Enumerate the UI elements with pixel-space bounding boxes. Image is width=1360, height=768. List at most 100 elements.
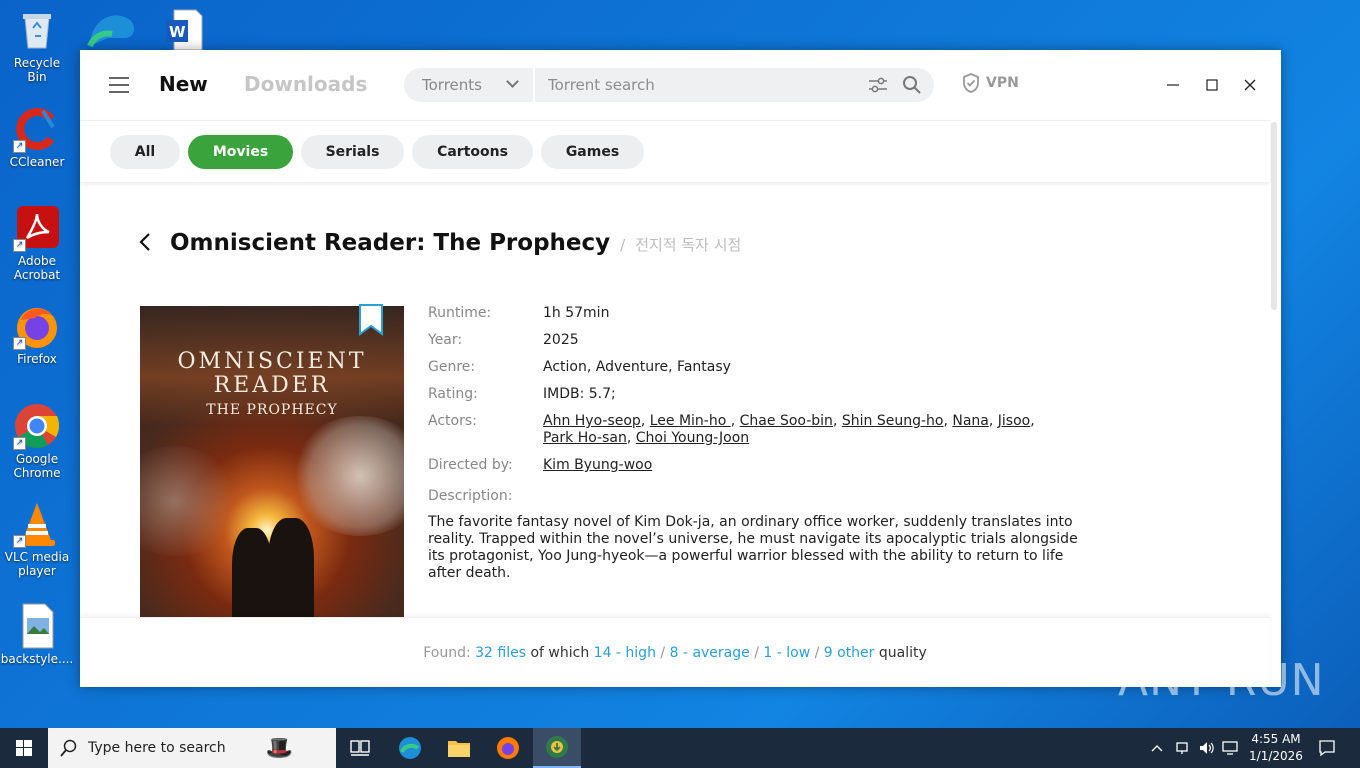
- actor-link[interactable]: Shin Seung-ho: [842, 413, 944, 429]
- description-label: Description:: [428, 488, 513, 504]
- close-button[interactable]: [1237, 72, 1263, 98]
- director-link[interactable]: Kim Byung-woo: [543, 457, 652, 473]
- top-bar: New Downloads Torrents Torrent search VP…: [80, 50, 1281, 120]
- desktop-icon-google-chrome[interactable]: ↗ Google Chrome: [4, 402, 70, 480]
- tab-new[interactable]: New: [159, 72, 208, 96]
- director-label: Directed by:: [428, 457, 513, 473]
- movie-poster: OMNISCIENT READER THE PROPHECY: [140, 306, 404, 618]
- director-row: Directed by: Kim Byung-woo: [428, 457, 1108, 474]
- separator: /: [814, 645, 820, 661]
- actor-link[interactable]: Nana: [952, 413, 989, 429]
- category-serials[interactable]: Serials: [301, 135, 404, 169]
- word-desktop-icon[interactable]: W: [166, 8, 204, 51]
- bookmark-icon[interactable]: [359, 304, 383, 336]
- firefox-icon: ↗: [13, 302, 61, 350]
- poster-title: OMNISCIENT READER THE PROPHECY: [177, 349, 367, 419]
- actor-link[interactable]: Park Ho-san: [543, 430, 627, 446]
- shortcut-arrow-icon: ↗: [13, 437, 26, 450]
- desktop-icon-ccleaner[interactable]: ↗ CCleaner: [4, 105, 70, 169]
- found-summary: Found: 32 files of which 14 - high / 8 -…: [80, 617, 1270, 687]
- actors-list: Ahn Hyo-seop, Lee Min-ho , Chae Soo-bin,…: [543, 413, 1035, 446]
- volume-icon[interactable]: [1198, 728, 1216, 768]
- network-icon[interactable]: [1175, 728, 1191, 768]
- desktop-icon-label: backstyle....: [0, 652, 74, 666]
- chevron-up-icon[interactable]: [1150, 728, 1164, 768]
- taskbar-clock[interactable]: 4:55 AM 1/1/2026: [1240, 731, 1312, 765]
- desktop-icon-vlc[interactable]: ↗ VLC media player: [4, 500, 70, 578]
- taskbar-search[interactable]: Type here to search 🎩: [48, 728, 336, 768]
- tab-downloads[interactable]: Downloads: [244, 72, 367, 96]
- actor-link[interactable]: Choi Young-Joon: [636, 430, 749, 446]
- actor-link[interactable]: Jisoo: [998, 413, 1030, 429]
- runtime-row: Runtime: 1h 57min: [428, 305, 1108, 322]
- genre-value: Action, Adventure, Fantasy: [543, 359, 731, 375]
- poster-figure: [268, 518, 314, 618]
- actor-link[interactable]: Chae Soo-bin: [740, 413, 833, 429]
- category-cartoons[interactable]: Cartoons: [412, 135, 533, 169]
- quality-high-link[interactable]: 14 - high: [594, 645, 656, 661]
- taskbar-firefox[interactable]: [484, 728, 532, 768]
- taskbar-torrent-app[interactable]: [533, 728, 581, 768]
- found-label: Found:: [423, 645, 471, 661]
- separator: /: [754, 645, 759, 661]
- app-window: New Downloads Torrents Torrent search VP…: [80, 50, 1281, 687]
- movie-title: Omniscient Reader: The Prophecy: [170, 230, 611, 256]
- shortcut-arrow-icon: ↗: [13, 535, 26, 548]
- maximize-button[interactable]: [1199, 72, 1225, 98]
- scrollbar[interactable]: [1271, 122, 1277, 310]
- desktop-icon-recycle-bin[interactable]: Recycle Bin: [4, 6, 70, 84]
- search-source-value: Torrents: [422, 76, 482, 94]
- back-arrow-icon[interactable]: [136, 232, 156, 252]
- menu-icon[interactable]: [109, 77, 129, 93]
- quality-other-link[interactable]: 9 other: [824, 645, 875, 661]
- chrome-icon: ↗: [13, 402, 61, 450]
- edge-desktop-icon[interactable]: [86, 6, 138, 50]
- genre-label: Genre:: [428, 359, 476, 375]
- display-icon[interactable]: [1222, 728, 1238, 768]
- quality-average-link[interactable]: 8 - average: [670, 645, 750, 661]
- taskbar-search-placeholder: Type here to search: [88, 740, 226, 756]
- edge-icon: [399, 737, 421, 759]
- torrent-search-input[interactable]: [548, 75, 848, 95]
- category-all[interactable]: All: [110, 135, 180, 169]
- actor-link[interactable]: Lee Min-ho: [650, 413, 731, 429]
- rating-label: Rating:: [428, 386, 478, 402]
- desktop-icon-backstyle[interactable]: backstyle....: [1, 602, 73, 666]
- minimize-icon: [1167, 84, 1179, 86]
- torrent-app-icon: [546, 736, 568, 758]
- files-count-link[interactable]: 32 files: [475, 645, 526, 661]
- notifications-button[interactable]: [1318, 728, 1336, 768]
- category-games[interactable]: Games: [541, 135, 644, 169]
- close-icon: [1244, 79, 1256, 91]
- runtime-label: Runtime:: [428, 305, 492, 321]
- desktop-icon-label: Adobe Acrobat: [13, 254, 61, 282]
- vpn-button[interactable]: VPN: [962, 73, 1019, 93]
- task-view-button[interactable]: [336, 728, 384, 768]
- desktop-icon-label: Google Chrome: [13, 452, 61, 480]
- image-file-icon: [13, 602, 61, 650]
- vlc-icon: ↗: [13, 500, 61, 548]
- firefox-icon: [497, 737, 519, 759]
- windows-logo-icon: [16, 740, 32, 756]
- movie-details: Runtime: 1h 57min Year: 2025 Genre: Acti…: [428, 305, 1108, 582]
- clock-time: 4:55 AM: [1251, 732, 1301, 746]
- quality-low-link[interactable]: 1 - low: [763, 645, 810, 661]
- taskbar-file-explorer[interactable]: [435, 728, 483, 768]
- search-icon[interactable]: [902, 75, 922, 95]
- actor-link[interactable]: Ahn Hyo-seop: [543, 413, 641, 429]
- start-button[interactable]: [0, 728, 48, 768]
- vpn-label: VPN: [986, 75, 1019, 91]
- desktop-icon-adobe-acrobat[interactable]: ↗ Adobe Acrobat: [4, 204, 70, 282]
- taskbar-edge[interactable]: [386, 728, 434, 768]
- filter-sliders-icon[interactable]: [868, 77, 888, 93]
- ccleaner-icon: ↗: [13, 105, 61, 153]
- clock-date: 1/1/2026: [1249, 749, 1303, 763]
- shield-check-icon: [963, 73, 979, 93]
- minimize-button[interactable]: [1160, 72, 1186, 98]
- search-source-select[interactable]: Torrents: [404, 68, 535, 102]
- search-highlight-icon: 🎩: [265, 735, 294, 761]
- desktop-icon-firefox[interactable]: ↗ Firefox: [4, 302, 70, 366]
- category-movies[interactable]: Movies: [188, 135, 293, 169]
- anyrun-watermark: ANY RUN: [1118, 655, 1325, 706]
- actors-row: Actors: Ahn Hyo-seop, Lee Min-ho , Chae …: [428, 413, 1108, 447]
